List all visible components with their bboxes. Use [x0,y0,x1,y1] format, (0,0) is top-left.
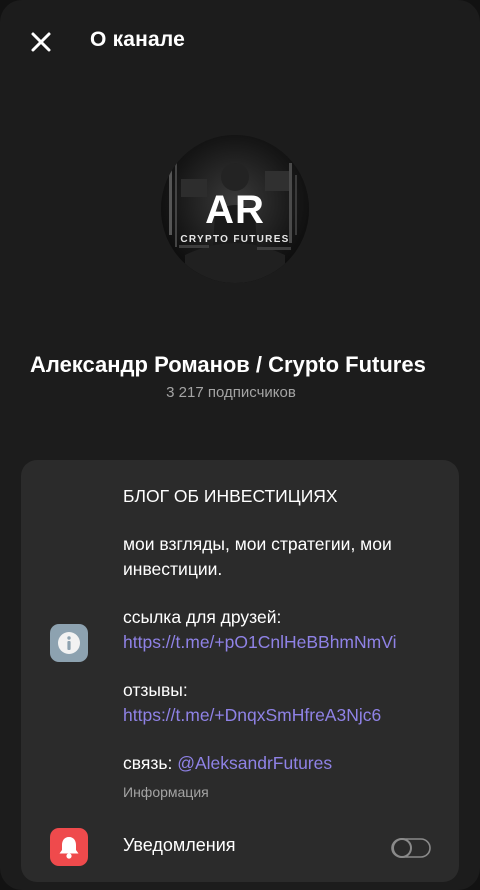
channel-description: БЛОГ ОБ ИНВЕСТИЦИЯХ мои взгляды, мои стр… [123,484,443,776]
contact-link[interactable]: @AleksandrFutures [177,753,332,773]
page-title: О канале [90,28,186,51]
friends-link-line: ссылка для друзей: https://t.me/+pO1CnlH… [123,605,443,655]
reviews-link-line: отзывы: https://t.me/+DnqxSmHfreA3Njc6 [123,678,443,728]
description-tagline: мои взгляды, мои стратегии, мои инвестиц… [123,534,392,579]
description-heading: БЛОГ ОБ ИНВЕСТИЦИЯХ [123,486,338,506]
info-icon [50,624,88,662]
avatar-monogram: AR [205,188,265,232]
friends-link-label: ссылка для друзей: [123,607,282,627]
bell-icon [50,828,88,866]
header: О канале [0,0,480,82]
info-section-label: Информация [123,784,209,800]
channel-info-panel: О канале AR CRYPTO FUTURES Александр Ром… [0,0,480,890]
friends-link[interactable]: https://t.me/+pO1CnlHeBBhmNmVi [123,632,396,652]
toggle-switch-icon [391,838,431,858]
avatar-subtitle: CRYPTO FUTURES [180,234,290,245]
close-button[interactable] [26,27,56,57]
channel-info-card: БЛОГ ОБ ИНВЕСТИЦИЯХ мои взгляды, мои стр… [21,460,459,882]
channel-avatar[interactable]: AR CRYPTO FUTURES [161,135,309,283]
reviews-link-label: отзывы: [123,680,188,700]
channel-name: Александр Романов / Crypto Futures [30,352,426,377]
notifications-toggle[interactable] [391,838,431,858]
subscriber-count: 3 217 подписчиков [166,384,296,401]
close-icon [31,32,51,52]
contact-line: связь: @AleksandrFutures [123,751,443,776]
reviews-link[interactable]: https://t.me/+DnqxSmHfreA3Njc6 [123,705,381,725]
contact-label: связь: [123,753,178,773]
notifications-label: Уведомления [123,835,236,855]
